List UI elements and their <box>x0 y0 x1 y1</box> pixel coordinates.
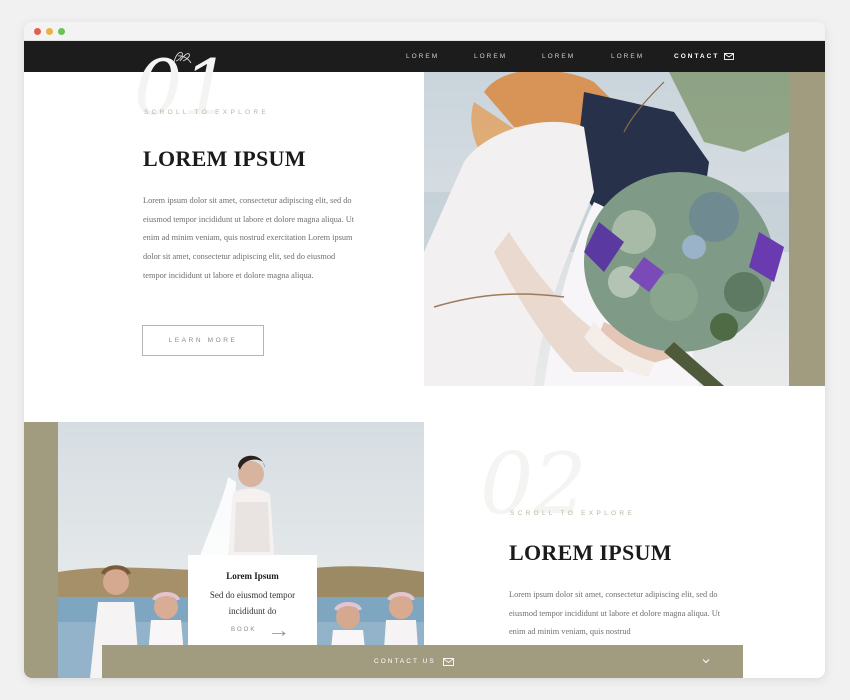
section-heading: LOREM IPSUM <box>143 146 306 171</box>
nav-contact-link[interactable]: CONTACT <box>674 41 719 72</box>
card-text: Sed do eiusmod tempor incididunt do <box>209 590 296 616</box>
section-heading: LOREM IPSUM <box>509 540 672 565</box>
arrow-right-icon[interactable] <box>272 631 286 636</box>
chevron-down-icon[interactable] <box>702 658 710 664</box>
book-link[interactable]: BOOK <box>231 627 256 639</box>
bride-bouquet-photo <box>424 72 789 386</box>
envelope-icon[interactable] <box>724 53 734 60</box>
learn-more-button[interactable]: LEARN MORE <box>142 325 264 356</box>
section-paragraph: Lorem ipsum dolor sit amet, consectetur … <box>143 196 355 280</box>
nav-link-3[interactable]: LOREM <box>542 41 575 72</box>
envelope-icon[interactable] <box>443 658 454 666</box>
card-title: Lorem Ipsum <box>226 571 279 581</box>
nav-link-4[interactable]: LOREM <box>611 41 644 72</box>
maximize-window-dot[interactable] <box>58 28 65 35</box>
accent-band-left <box>24 422 58 678</box>
browser-window: LOREM LOREM LOREM LOREM CONTACT 01 SCROL… <box>24 22 825 678</box>
accent-band-right <box>789 72 825 386</box>
nav-link-2[interactable]: LOREM <box>474 41 507 72</box>
contact-us-bar[interactable]: CONTACT US <box>102 645 743 678</box>
scroll-to-explore-label: SCROLL TO EXPLORE <box>510 510 635 517</box>
contact-us-label[interactable]: CONTACT US <box>374 645 436 678</box>
close-window-dot[interactable] <box>34 28 41 35</box>
nav-link-1[interactable]: LOREM <box>406 41 439 72</box>
window-title-bar <box>24 22 825 41</box>
section-paragraph: Lorem ipsum dolor sit amet, consectetur … <box>509 590 721 637</box>
scroll-to-explore-label: SCROLL TO EXPLORE <box>144 109 269 116</box>
minimize-window-dot[interactable] <box>46 28 53 35</box>
